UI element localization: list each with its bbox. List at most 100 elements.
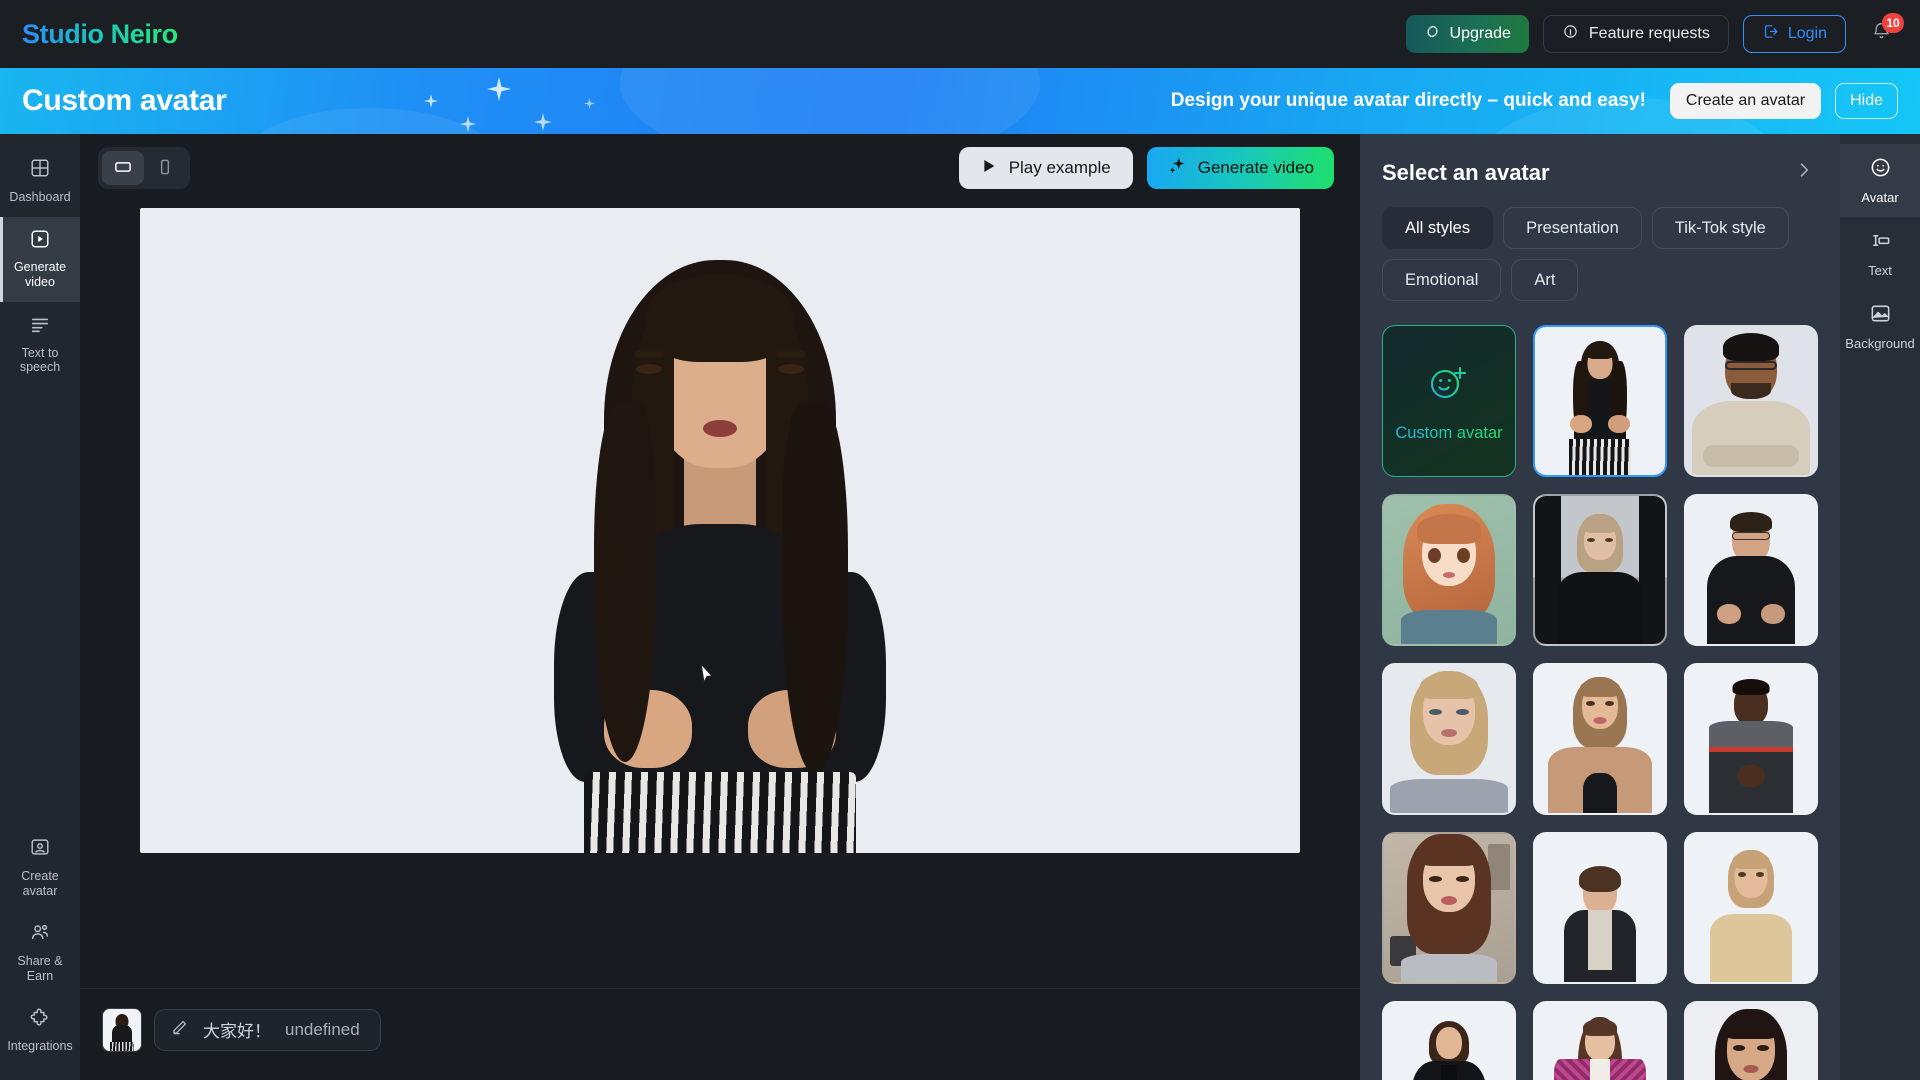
script-undefined-value: undefined xyxy=(285,1019,360,1039)
sparkle-icon xyxy=(460,116,476,134)
notification-badge: 10 xyxy=(1882,13,1904,33)
portrait-icon xyxy=(155,157,175,180)
sidebar-item-generate-video[interactable]: Generate video xyxy=(0,216,80,303)
chevron-right-icon[interactable] xyxy=(1788,156,1820,189)
create-an-avatar-button[interactable]: Create an avatar xyxy=(1669,83,1822,119)
avatar-card[interactable] xyxy=(1382,1001,1516,1080)
feature-requests-button[interactable]: Feature requests xyxy=(1542,15,1729,53)
tool-label: Avatar xyxy=(1861,190,1899,205)
hide-banner-button[interactable]: Hide xyxy=(1835,83,1898,119)
avatar-card[interactable] xyxy=(1684,1001,1818,1080)
banner-actions: Design your unique avatar directly – qui… xyxy=(1171,83,1898,119)
pencil-icon xyxy=(170,1018,189,1042)
chip-tiktok-style[interactable]: Tik-Tok style xyxy=(1651,207,1789,249)
avatar-card[interactable] xyxy=(1533,494,1667,646)
feature-requests-label: Feature requests xyxy=(1588,25,1710,42)
sidebar-item-create-avatar[interactable]: Create avatar xyxy=(0,825,80,910)
tool-label: Background xyxy=(1845,336,1915,351)
lines-icon xyxy=(29,313,51,339)
sidebar-bottom-group: Create avatar Share & Earn Integrations xyxy=(0,825,80,1080)
sidebar-item-dashboard[interactable]: Dashboard xyxy=(0,146,80,217)
sidebar-label: Integrations xyxy=(7,1039,73,1054)
app-root: Studio Neiro Upgrade Feature requests Lo… xyxy=(0,0,1920,1080)
play-example-button[interactable]: Play example xyxy=(958,147,1133,189)
sparkle-icon xyxy=(534,113,552,134)
login-button[interactable]: Login xyxy=(1742,15,1846,53)
generate-video-label: Generate video xyxy=(1197,158,1314,177)
sidebar-label: Share & Earn xyxy=(17,954,63,983)
app-logo[interactable]: Studio Neiro xyxy=(22,19,178,50)
aspect-ratio-toggle xyxy=(98,147,190,189)
text-box-icon xyxy=(1869,229,1892,255)
notifications-button[interactable]: 10 xyxy=(1864,13,1904,53)
tool-item-text[interactable]: Text xyxy=(1840,217,1920,290)
avatar-card[interactable] xyxy=(1684,832,1818,984)
banner-tagline: Design your unique avatar directly – qui… xyxy=(1170,90,1646,111)
avatar-card[interactable] xyxy=(1382,663,1516,815)
login-label: Login xyxy=(1787,25,1827,42)
grid-icon xyxy=(29,157,51,183)
left-sidebar: Dashboard Generate video Text to speech … xyxy=(0,134,80,1080)
play-example-label: Play example xyxy=(1008,158,1111,177)
stage-actions: Play example Generate video xyxy=(958,147,1334,189)
panel-title: Select an avatar xyxy=(1382,159,1550,185)
sidebar-item-share-and-earn[interactable]: Share & Earn xyxy=(0,910,80,995)
stage-toolbar: Play example Generate video xyxy=(80,134,1360,202)
info-circle-icon xyxy=(1562,23,1579,45)
sidebar-label: Text to speech xyxy=(19,345,61,375)
custom-avatar-card[interactable]: Custom avatar xyxy=(1382,325,1516,477)
landscape-icon xyxy=(113,157,133,180)
custom-avatar-label: Custom avatar xyxy=(1395,424,1503,442)
avatar-card[interactable] xyxy=(1533,663,1667,815)
banner-decoration xyxy=(620,68,1040,134)
script-text: 大家好！ xyxy=(203,1022,271,1041)
sparkles-icon xyxy=(1167,156,1187,181)
avatar-card[interactable] xyxy=(1684,663,1818,815)
chip-emotional[interactable]: Emotional xyxy=(1382,259,1502,301)
upgrade-label: Upgrade xyxy=(1449,25,1511,42)
scene-thumbnail[interactable] xyxy=(102,1007,142,1052)
banner-decoration xyxy=(240,108,500,134)
smiley-icon xyxy=(1869,156,1892,182)
sparkle-icon xyxy=(584,96,595,114)
play-box-icon xyxy=(29,228,51,254)
header-actions: Upgrade Feature requests Login 10 xyxy=(1405,13,1904,53)
sidebar-label: Dashboard xyxy=(9,189,71,204)
editor-stage: Play example Generate video 大家好！ undefin… xyxy=(80,134,1360,1080)
scene-bar: 大家好！ undefined xyxy=(80,988,1360,1080)
sidebar-item-text-to-speech[interactable]: Text to speech xyxy=(0,302,80,387)
avatar-card[interactable] xyxy=(1382,494,1516,646)
avatar-card[interactable] xyxy=(1533,325,1667,477)
diamond-icon xyxy=(1424,23,1441,45)
upgrade-button[interactable]: Upgrade xyxy=(1405,15,1529,53)
chip-all-styles[interactable]: All styles xyxy=(1382,207,1494,249)
style-filter-chips: All styles Presentation Tik-Tok style Em… xyxy=(1360,195,1840,311)
banner-title: Custom avatar xyxy=(22,84,227,117)
avatar-card[interactable] xyxy=(1684,494,1818,646)
tool-item-background[interactable]: Background xyxy=(1840,290,1920,363)
sidebar-label: Generate video xyxy=(13,260,67,289)
video-canvas[interactable] xyxy=(140,208,1300,853)
generate-video-button[interactable]: Generate video xyxy=(1146,147,1334,189)
avatar-card[interactable] xyxy=(1684,325,1818,477)
chip-presentation[interactable]: Presentation xyxy=(1503,207,1642,249)
ratio-landscape-button[interactable] xyxy=(102,151,144,185)
chip-art[interactable]: Art xyxy=(1511,259,1579,301)
promo-banner: Custom avatar Design your unique avatar … xyxy=(0,68,1920,134)
avatar-card[interactable] xyxy=(1382,832,1516,984)
script-editor-field[interactable]: 大家好！ undefined xyxy=(154,1008,381,1051)
avatar-card[interactable] xyxy=(1533,1001,1667,1080)
smiley-plus-icon xyxy=(1425,359,1473,412)
play-icon xyxy=(981,157,997,180)
avatar-grid: Custom avatar xyxy=(1360,311,1840,1080)
canvas-area xyxy=(80,202,1360,988)
body: Dashboard Generate video Text to speech … xyxy=(0,134,1920,1080)
id-card-icon xyxy=(29,836,51,862)
people-icon xyxy=(29,921,51,947)
tool-item-avatar[interactable]: Avatar xyxy=(1840,144,1920,217)
ratio-portrait-button[interactable] xyxy=(144,151,186,185)
avatar-card[interactable] xyxy=(1533,832,1667,984)
sidebar-item-integrations[interactable]: Integrations xyxy=(0,996,80,1067)
top-header: Studio Neiro Upgrade Feature requests Lo… xyxy=(0,0,1920,68)
